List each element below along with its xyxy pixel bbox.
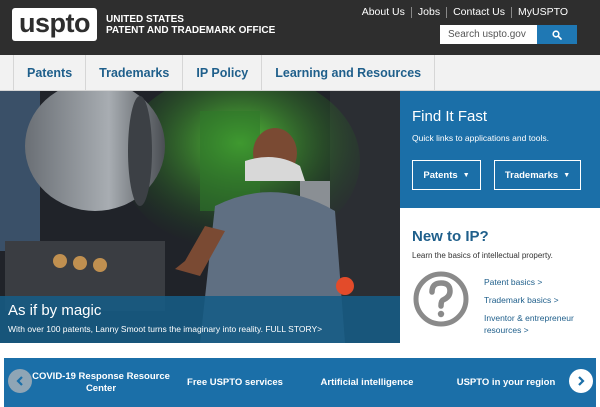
- carousel-next-button[interactable]: [569, 369, 593, 393]
- carousel-item-covid-line2: Center: [85, 382, 117, 394]
- carousel-item-ai[interactable]: Artificial intelligence: [308, 358, 426, 407]
- inventor-resources-link[interactable]: Inventor & entrepreneur resources >: [484, 312, 574, 336]
- site-header: uspto UNITED STATES PATENT AND TRADEMARK…: [0, 0, 600, 55]
- search-button[interactable]: [537, 25, 577, 44]
- uspto-logo[interactable]: uspto: [12, 8, 97, 41]
- patents-dropdown-label: Patents: [423, 169, 458, 181]
- inventor-resources-line2: resources >: [484, 325, 529, 335]
- new-to-ip-title: New to IP?: [412, 228, 489, 245]
- patents-dropdown-button[interactable]: Patents ▼: [412, 160, 481, 190]
- agency-name-line2: PATENT AND TRADEMARK OFFICE: [106, 25, 276, 36]
- hero-banner[interactable]: As if by magic With over 100 patents, La…: [0, 91, 400, 343]
- chevron-right-icon: [578, 376, 585, 386]
- carousel-item-covid[interactable]: COVID-19 Response Resource Center: [26, 358, 176, 407]
- carousel-item-covid-line1: COVID-19 Response Resource: [32, 370, 170, 382]
- jobs-link[interactable]: Jobs: [412, 6, 446, 18]
- uspto-home-page: uspto UNITED STATES PATENT AND TRADEMARK…: [0, 0, 600, 407]
- nav-trademarks[interactable]: Trademarks: [85, 55, 182, 91]
- utility-links: About Us Jobs Contact Us MyUSPTO: [356, 6, 574, 18]
- contact-us-link[interactable]: Contact Us: [447, 6, 511, 18]
- nav-learning-resources[interactable]: Learning and Resources: [261, 55, 436, 91]
- trademarks-dropdown-label: Trademarks: [504, 169, 559, 181]
- nav-patents[interactable]: Patents: [13, 55, 85, 91]
- new-to-ip-subtitle: Learn the basics of intellectual propert…: [412, 251, 553, 260]
- trademarks-dropdown-button[interactable]: Trademarks ▼: [494, 160, 581, 190]
- question-circle-icon: [413, 271, 469, 327]
- chevron-left-icon: [16, 376, 23, 386]
- search-input[interactable]: [440, 25, 537, 44]
- inventor-resources-line1: Inventor & entrepreneur: [484, 313, 574, 323]
- agency-name-line1: UNITED STATES: [106, 14, 184, 25]
- patent-basics-link[interactable]: Patent basics >: [484, 276, 542, 288]
- find-it-fast-subtitle: Quick links to applications and tools.: [412, 133, 550, 143]
- myuspto-link[interactable]: MyUSPTO: [512, 6, 574, 18]
- agency-name: UNITED STATES PATENT AND TRADEMARK OFFIC…: [106, 14, 275, 36]
- trademark-basics-link[interactable]: Trademark basics >: [484, 294, 559, 306]
- carousel-item-free-services[interactable]: Free USPTO services: [176, 358, 294, 407]
- caret-down-icon: ▼: [462, 171, 470, 179]
- hero-story-link[interactable]: With over 100 patents, Lanny Smoot turns…: [8, 324, 322, 334]
- new-to-ip-panel: New to IP? Learn the basics of intellect…: [400, 208, 600, 343]
- main-nav: Patents Trademarks IP Policy Learning an…: [0, 55, 600, 91]
- search-icon: [552, 29, 562, 40]
- hero-caption: As if by magic With over 100 patents, La…: [0, 296, 400, 343]
- caret-down-icon: ▼: [563, 171, 571, 179]
- nav-ip-policy[interactable]: IP Policy: [182, 55, 261, 91]
- find-it-fast-panel: Find It Fast Quick links to applications…: [400, 91, 600, 208]
- carousel-item-region[interactable]: USPTO in your region: [442, 358, 570, 407]
- hero-title: As if by magic: [8, 302, 102, 319]
- find-it-fast-title: Find It Fast: [412, 108, 488, 125]
- about-us-link[interactable]: About Us: [356, 6, 411, 18]
- quick-links-carousel: COVID-19 Response Resource Center Free U…: [4, 358, 596, 407]
